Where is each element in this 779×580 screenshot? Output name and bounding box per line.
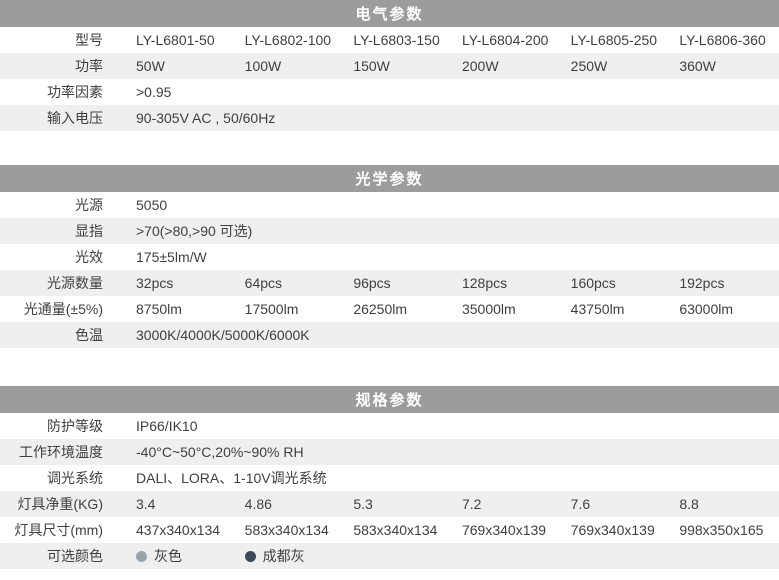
row-value: 35000lm (453, 301, 562, 317)
row-value: 8750lm (127, 301, 236, 317)
table-row: 输入电压90-305V AC , 50/60Hz (0, 105, 779, 131)
spec-table-electrical-params: 电气参数型号LY-L6801-50LY-L6802-100LY-L6803-15… (0, 0, 779, 131)
row-value: 4.86 (236, 496, 345, 512)
table-row: 色温3000K/4000K/5000K/6000K (0, 322, 779, 348)
table-row: 调光系统DALI、LORA、1-10V调光系统 (0, 465, 779, 491)
row-label: 光通量(±5%) (0, 299, 127, 319)
row-value: 769x340x139 (453, 522, 562, 538)
table-row: 功率50W100W150W200W250W360W (0, 53, 779, 79)
row-label: 光源数量 (0, 273, 127, 293)
row-label: 功率 (0, 56, 127, 76)
row-value: 583x340x134 (236, 522, 345, 538)
row-value: LY-L6806-360 (670, 32, 779, 48)
row-value: LY-L6803-150 (344, 32, 453, 48)
row-value: LY-L6801-50 (127, 32, 236, 48)
table-row: 型号LY-L6801-50LY-L6802-100LY-L6803-150LY-… (0, 27, 779, 53)
row-label: 可选颜色 (0, 546, 127, 566)
row-label: 灯具尺寸(mm) (0, 520, 127, 540)
row-label: 灯具净重(KG) (0, 494, 127, 514)
row-value: 3000K/4000K/5000K/6000K (127, 327, 779, 343)
color-dot-icon (136, 551, 147, 562)
row-value: -40°C~50°C,20%~90% RH (127, 444, 779, 460)
row-label: 防护等级 (0, 416, 127, 436)
row-label: 光效 (0, 247, 127, 267)
row-value: 128pcs (453, 275, 562, 291)
row-value: 583x340x134 (344, 522, 453, 538)
row-value: >70(>80,>90 可选) (127, 221, 779, 241)
table-row: 光源5050 (0, 192, 779, 218)
row-value: 3.4 (127, 496, 236, 512)
table-row: 显指>70(>80,>90 可选) (0, 218, 779, 244)
row-value: 100W (236, 58, 345, 74)
row-value: 5050 (127, 197, 779, 213)
row-label: 显指 (0, 221, 127, 241)
row-value: 50W (127, 58, 236, 74)
row-value: 43750lm (562, 301, 671, 317)
color-swatch: 成都灰 (236, 546, 345, 566)
row-value: DALI、LORA、1-10V调光系统 (127, 468, 779, 488)
row-value: 90-305V AC , 50/60Hz (127, 110, 779, 126)
spec-table-optical-params: 光学参数光源5050显指>70(>80,>90 可选)光效175±5lm/W光源… (0, 165, 779, 348)
spec-tables-container: 电气参数型号LY-L6801-50LY-L6802-100LY-L6803-15… (0, 0, 779, 569)
table-row: 灯具净重(KG)3.44.865.37.27.68.8 (0, 491, 779, 517)
table-row: 可选颜色 灰色 成都灰 (0, 543, 779, 569)
row-value: >0.95 (127, 84, 779, 100)
color-name: 成都灰 (263, 546, 305, 566)
row-value: 7.2 (453, 496, 562, 512)
table-row: 工作环境温度-40°C~50°C,20%~90% RH (0, 439, 779, 465)
row-value: 200W (453, 58, 562, 74)
row-label: 功率因素 (0, 82, 127, 102)
row-label: 输入电压 (0, 108, 127, 128)
table-row: 光通量(±5%)8750lm17500lm26250lm35000lm43750… (0, 296, 779, 322)
table-title: 电气参数 (0, 0, 779, 27)
row-value: LY-L6802-100 (236, 32, 345, 48)
row-value: 192pcs (670, 275, 779, 291)
row-label: 光源 (0, 195, 127, 215)
table-row: 光效175±5lm/W (0, 244, 779, 270)
row-label: 型号 (0, 30, 127, 50)
table-row: 功率因素>0.95 (0, 79, 779, 105)
row-value: 96pcs (344, 275, 453, 291)
row-value: 64pcs (236, 275, 345, 291)
row-value: LY-L6805-250 (562, 32, 671, 48)
color-name: 灰色 (154, 546, 182, 566)
row-value: 63000lm (670, 301, 779, 317)
row-value: LY-L6804-200 (453, 32, 562, 48)
row-value: 32pcs (127, 275, 236, 291)
row-label: 调光系统 (0, 468, 127, 488)
row-value: 360W (670, 58, 779, 74)
table-row: 防护等级IP66/IK10 (0, 413, 779, 439)
table-title: 光学参数 (0, 165, 779, 192)
row-value: 769x340x139 (562, 522, 671, 538)
row-value: 175±5lm/W (127, 249, 779, 265)
row-value: 160pcs (562, 275, 671, 291)
row-value: 437x340x134 (127, 522, 236, 538)
row-value: IP66/IK10 (127, 418, 779, 434)
row-value: 7.6 (562, 496, 671, 512)
row-label: 工作环境温度 (0, 442, 127, 462)
color-swatch: 灰色 (127, 546, 236, 566)
row-label: 色温 (0, 325, 127, 345)
row-value: 250W (562, 58, 671, 74)
row-value: 17500lm (236, 301, 345, 317)
row-value: 8.8 (670, 496, 779, 512)
table-row: 灯具尺寸(mm)437x340x134583x340x134583x340x13… (0, 517, 779, 543)
row-value: 26250lm (344, 301, 453, 317)
row-value: 150W (344, 58, 453, 74)
spec-table-specification-params: 规格参数防护等级IP66/IK10工作环境温度-40°C~50°C,20%~90… (0, 386, 779, 569)
color-dot-icon (245, 551, 256, 562)
table-row: 光源数量32pcs64pcs96pcs128pcs160pcs192pcs (0, 270, 779, 296)
table-title: 规格参数 (0, 386, 779, 413)
row-value: 5.3 (344, 496, 453, 512)
row-value: 998x350x165 (670, 522, 779, 538)
